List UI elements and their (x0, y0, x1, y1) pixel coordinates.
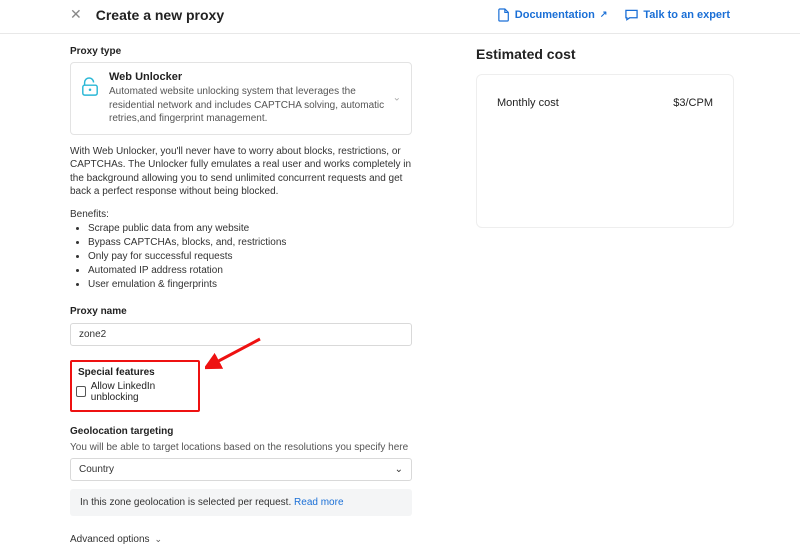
proxy-type-title: Web Unlocker (109, 71, 401, 83)
external-link-icon: ↗ (600, 9, 608, 20)
chevron-down-icon: ⌄ (393, 93, 401, 104)
list-item: Only pay for successful requests (88, 250, 412, 264)
list-item: User emulation & fingerprints (88, 278, 412, 292)
monthly-cost-value: $3/CPM (673, 97, 713, 109)
geo-label: Geolocation targeting (70, 426, 412, 437)
proxy-type-label: Proxy type (70, 46, 412, 57)
geo-sublabel: You will be able to target locations bas… (70, 442, 412, 453)
chevron-down-icon: ⌄ (155, 534, 163, 545)
expert-link[interactable]: Talk to an expert (625, 9, 730, 21)
advanced-options-toggle[interactable]: Advanced options ⌄ (70, 534, 162, 545)
list-item: Bypass CAPTCHAs, blocks, and, restrictio… (88, 236, 412, 250)
chat-icon (625, 9, 638, 21)
list-item: Scrape public data from any website (88, 222, 412, 236)
benefits-label: Benefits: (70, 209, 412, 220)
proxy-name-label: Proxy name (70, 306, 412, 317)
estimated-cost-title: Estimated cost (476, 46, 734, 62)
advanced-options-label: Advanced options (70, 534, 150, 545)
linkedin-checkbox-label: Allow LinkedIn unblocking (91, 381, 190, 403)
special-features-label: Special features (76, 367, 190, 378)
expert-label: Talk to an expert (643, 9, 730, 21)
chevron-down-icon: ⌄ (395, 464, 403, 475)
geo-note: In this zone geolocation is selected per… (70, 489, 412, 516)
documentation-link[interactable]: Documentation ↗ (498, 8, 608, 22)
country-select-value: Country (79, 464, 114, 475)
benefits-list: Scrape public data from any website Bypa… (70, 222, 412, 292)
checkbox-icon[interactable] (76, 386, 86, 397)
country-select[interactable]: Country ⌄ (70, 458, 412, 481)
proxy-type-blurb: With Web Unlocker, you'll never have to … (70, 145, 412, 199)
monthly-cost-label: Monthly cost (497, 97, 559, 109)
read-more-link[interactable]: Read more (294, 497, 343, 508)
linkedin-checkbox-row[interactable]: Allow LinkedIn unblocking (76, 381, 190, 403)
documentation-label: Documentation (515, 9, 595, 21)
close-icon[interactable]: ✕ (70, 6, 82, 23)
proxy-type-desc: Automated website unlocking system that … (109, 85, 401, 126)
proxy-name-input[interactable] (70, 323, 412, 346)
estimated-cost-card: Monthly cost $3/CPM (476, 74, 734, 228)
list-item: Automated IP address rotation (88, 264, 412, 278)
unlock-icon (81, 77, 99, 100)
special-features-box: Special features Allow LinkedIn unblocki… (70, 360, 200, 412)
page-title: Create a new proxy (96, 7, 498, 23)
proxy-type-card[interactable]: Web Unlocker Automated website unlocking… (70, 62, 412, 135)
document-icon (498, 8, 510, 22)
